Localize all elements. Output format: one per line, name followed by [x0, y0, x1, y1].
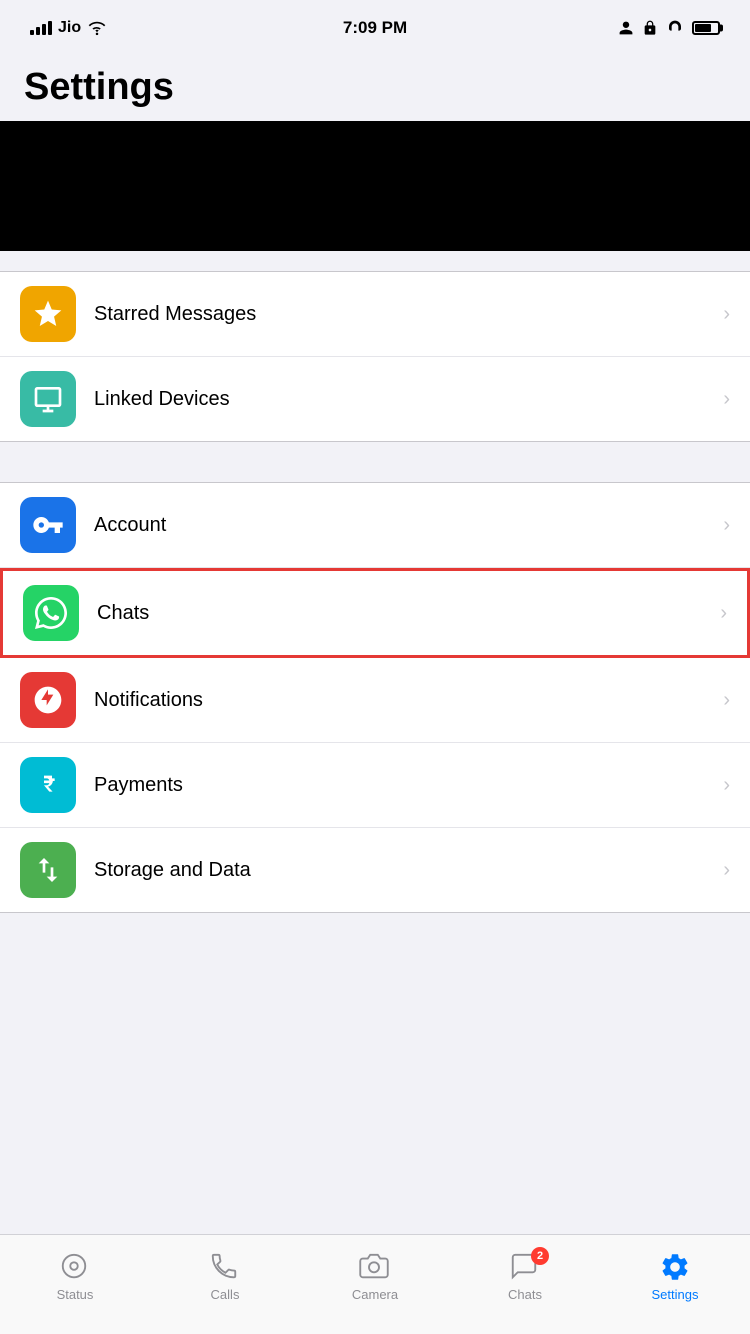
- notifications-icon-bg: [20, 672, 76, 728]
- chevron-icon: ›: [723, 859, 730, 882]
- account-label: Account: [94, 514, 723, 537]
- main-content: Settings Starred Messages › Linked Devic…: [0, 50, 750, 1043]
- chevron-icon: ›: [723, 303, 730, 326]
- status-right: [618, 20, 720, 36]
- status-tab-label: Status: [57, 1287, 94, 1302]
- tab-status[interactable]: Status: [0, 1251, 150, 1302]
- starred-messages-icon-bg: [20, 286, 76, 342]
- tab-settings[interactable]: Settings: [600, 1251, 750, 1302]
- status-time: 7:09 PM: [343, 18, 407, 38]
- starred-messages-item[interactable]: Starred Messages ›: [0, 272, 750, 357]
- camera-tab-label: Camera: [352, 1287, 398, 1302]
- storage-data-item[interactable]: Storage and Data ›: [0, 828, 750, 912]
- chevron-icon: ›: [723, 388, 730, 411]
- settings-section-1: Starred Messages › Linked Devices ›: [0, 271, 750, 442]
- notifications-item[interactable]: Notifications ›: [0, 658, 750, 743]
- storage-data-label: Storage and Data: [94, 859, 723, 882]
- bell-icon: [32, 684, 64, 716]
- settings-tab-icon: [659, 1251, 691, 1283]
- battery-icon: [692, 21, 720, 35]
- linked-devices-label: Linked Devices: [94, 388, 723, 411]
- separator: [0, 462, 750, 482]
- page-title-section: Settings: [0, 50, 750, 121]
- notifications-label: Notifications: [94, 689, 723, 712]
- carrier-label: Jio: [58, 19, 81, 37]
- wifi-icon: [87, 20, 107, 36]
- tab-calls[interactable]: Calls: [150, 1251, 300, 1302]
- arrows-icon: [32, 854, 64, 886]
- whatsapp-icon: [35, 597, 67, 629]
- payments-label: Payments: [94, 774, 723, 797]
- headphones-icon: [666, 20, 684, 36]
- linked-devices-icon-bg: [20, 371, 76, 427]
- status-bar: Jio 7:09 PM: [0, 0, 750, 50]
- storage-icon-bg: [20, 842, 76, 898]
- chats-badge: 2: [531, 1247, 549, 1265]
- page-title: Settings: [24, 66, 726, 109]
- key-icon: [32, 509, 64, 541]
- chevron-icon: ›: [723, 689, 730, 712]
- person-icon: [618, 20, 634, 36]
- calls-tab-label: Calls: [211, 1287, 240, 1302]
- chats-icon-bg: [23, 585, 79, 641]
- rupee-icon: [32, 769, 64, 801]
- linked-devices-item[interactable]: Linked Devices ›: [0, 357, 750, 441]
- starred-messages-label: Starred Messages: [94, 303, 723, 326]
- payments-item[interactable]: Payments ›: [0, 743, 750, 828]
- payments-icon-bg: [20, 757, 76, 813]
- chats-label: Chats: [97, 602, 720, 625]
- tab-bar: Status Calls Camera 2 Chats: [0, 1234, 750, 1334]
- chevron-icon: ›: [723, 774, 730, 797]
- account-item[interactable]: Account ›: [0, 483, 750, 568]
- tab-chats[interactable]: 2 Chats: [450, 1251, 600, 1302]
- status-tab-icon: [59, 1251, 91, 1283]
- chats-item[interactable]: Chats ›: [0, 568, 750, 658]
- desktop-icon: [32, 383, 64, 415]
- account-icon-bg: [20, 497, 76, 553]
- settings-section-2: Account › Chats › Notifications ›: [0, 482, 750, 913]
- signal-icon: [30, 21, 52, 35]
- camera-tab-icon: [359, 1251, 391, 1283]
- lock-icon: [642, 20, 658, 36]
- settings-tab-label: Settings: [652, 1287, 699, 1302]
- chevron-icon: ›: [720, 602, 727, 625]
- status-left: Jio: [30, 19, 107, 37]
- chevron-icon: ›: [723, 514, 730, 537]
- chats-tab-label: Chats: [508, 1287, 542, 1302]
- chats-tab-icon: 2: [509, 1251, 541, 1283]
- tab-camera[interactable]: Camera: [300, 1251, 450, 1302]
- star-icon: [32, 298, 64, 330]
- calls-tab-icon: [209, 1251, 241, 1283]
- profile-banner[interactable]: [0, 121, 750, 251]
